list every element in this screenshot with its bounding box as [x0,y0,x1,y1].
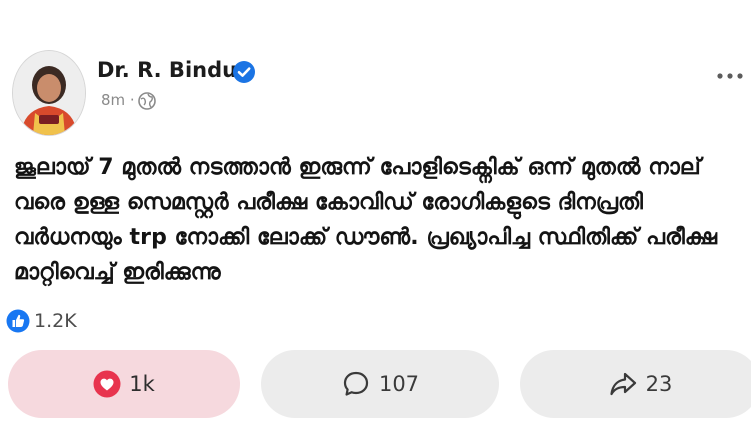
comment-button[interactable]: 107 [261,350,499,418]
more-options-icon[interactable] [713,64,747,88]
like-count: 1.2K [34,310,77,332]
share-button[interactable]: 23 [520,350,751,418]
heart-icon [93,370,121,398]
react-button[interactable]: 1k [8,350,240,418]
verified-badge-icon [233,61,255,83]
globe-icon [138,92,156,110]
like-thumb-icon [6,309,30,333]
comment-count: 107 [378,372,420,396]
avatar-image [13,51,85,135]
like-summary[interactable]: 1.2K [6,306,77,336]
post-card: Dr. R. Bindu 8m · ജൂലായ് 7 മുതൽ നടത്താൻ … [0,0,751,422]
share-arrow-icon [610,372,636,396]
author-name[interactable]: Dr. R. Bindu [97,58,237,82]
post-text: ജൂലായ് 7 മുതൽ നടത്താൻ ഇരുന്ന് പോളിടെക്നി… [14,155,718,285]
avatar[interactable] [12,50,86,136]
post-timestamp[interactable]: 8m · [101,91,135,109]
react-count: 1k [129,372,155,396]
share-count: 23 [645,372,673,396]
comment-bubble-icon [343,371,369,396]
